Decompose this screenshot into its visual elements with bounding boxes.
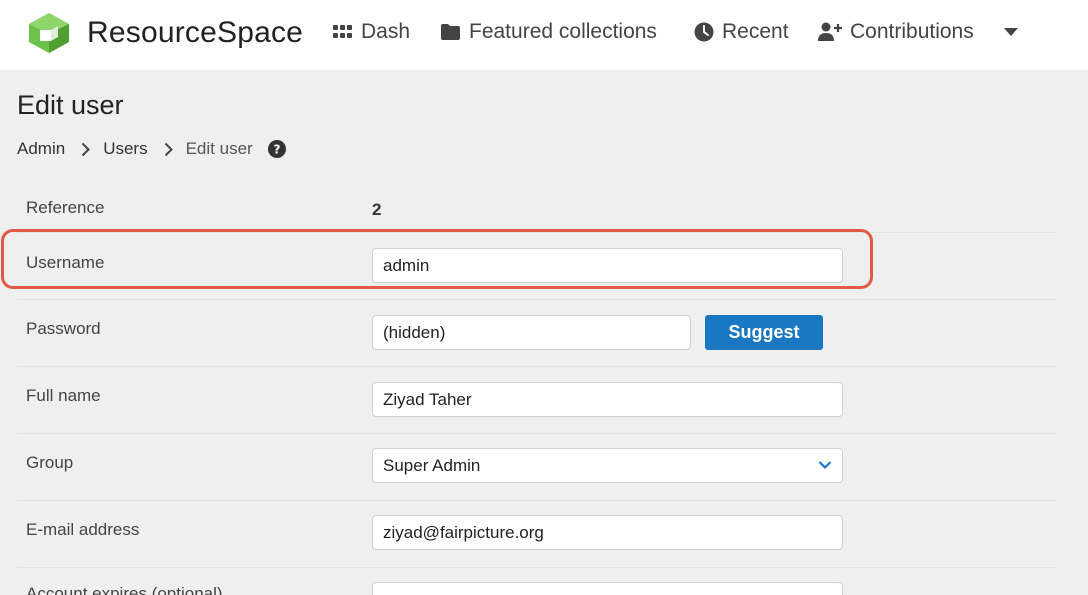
email-row: E-mail address ziyad@fairpicture.org bbox=[17, 501, 1057, 568]
fullname-row: Full name Ziyad Taher bbox=[17, 367, 1057, 434]
chevron-down-icon bbox=[818, 461, 832, 470]
account-expires-row: Account expires (optional) bbox=[17, 568, 1057, 595]
nav-contributions-label: Contributions bbox=[850, 20, 974, 43]
reference-value: 2 bbox=[372, 200, 382, 219]
svg-text:?: ? bbox=[273, 143, 280, 157]
brand-light: Space bbox=[217, 16, 304, 49]
email-input[interactable]: ziyad@fairpicture.org bbox=[372, 515, 843, 550]
nav-more-dropdown[interactable] bbox=[1004, 28, 1026, 37]
nav-contributions[interactable]: Contributions bbox=[818, 20, 974, 44]
breadcrumb-edit-user: Edit user bbox=[185, 139, 253, 158]
email-label: E-mail address bbox=[26, 520, 140, 539]
nav-recent-label: Recent bbox=[722, 20, 789, 43]
caret-down-icon bbox=[1004, 28, 1018, 36]
group-select[interactable]: Super Admin bbox=[372, 448, 843, 483]
user-plus-icon bbox=[818, 22, 842, 41]
nav-featured-collections[interactable]: Featured collections bbox=[440, 20, 657, 44]
password-row: Password (hidden) Suggest bbox=[17, 300, 1057, 367]
fullname-input[interactable]: Ziyad Taher bbox=[372, 382, 843, 417]
brand-name[interactable]: ResourceSpace bbox=[87, 16, 303, 50]
username-highlight-outline bbox=[1, 229, 873, 289]
reference-row: Reference 2 bbox=[17, 180, 1057, 233]
nav-dash-label: Dash bbox=[361, 20, 411, 43]
reference-label: Reference bbox=[26, 198, 105, 217]
account-expires-label: Account expires (optional) bbox=[26, 584, 223, 595]
breadcrumb-users[interactable]: Users bbox=[103, 139, 147, 159]
nav-featured-label: Featured collections bbox=[469, 20, 657, 43]
group-row: Group Super Admin bbox=[17, 434, 1057, 501]
breadcrumb: Admin Users Edit user ? bbox=[17, 139, 286, 159]
suggest-password-button[interactable]: Suggest bbox=[705, 315, 823, 350]
resourcespace-logo-icon[interactable] bbox=[27, 12, 71, 54]
breadcrumb-admin[interactable]: Admin bbox=[17, 139, 65, 159]
nav-dash[interactable]: Dash bbox=[333, 20, 410, 44]
nav-recent[interactable]: Recent bbox=[694, 20, 789, 44]
brand-bold: Resource bbox=[87, 16, 217, 49]
account-expires-input[interactable] bbox=[372, 582, 843, 595]
top-navigation-bar: ResourceSpace Dash Featured collections … bbox=[0, 0, 1088, 70]
folder-icon bbox=[441, 24, 460, 40]
grid-icon bbox=[333, 25, 352, 38]
password-input[interactable]: (hidden) bbox=[372, 315, 691, 350]
chevron-right-icon bbox=[81, 142, 91, 157]
group-selected-value: Super Admin bbox=[383, 455, 481, 475]
group-label: Group bbox=[26, 453, 74, 472]
chevron-right-icon bbox=[164, 142, 173, 157]
password-label: Password bbox=[26, 319, 101, 338]
fullname-label: Full name bbox=[26, 386, 101, 405]
clock-icon bbox=[694, 22, 714, 42]
help-icon[interactable]: ? bbox=[267, 140, 286, 158]
page-title: Edit user bbox=[17, 90, 124, 120]
